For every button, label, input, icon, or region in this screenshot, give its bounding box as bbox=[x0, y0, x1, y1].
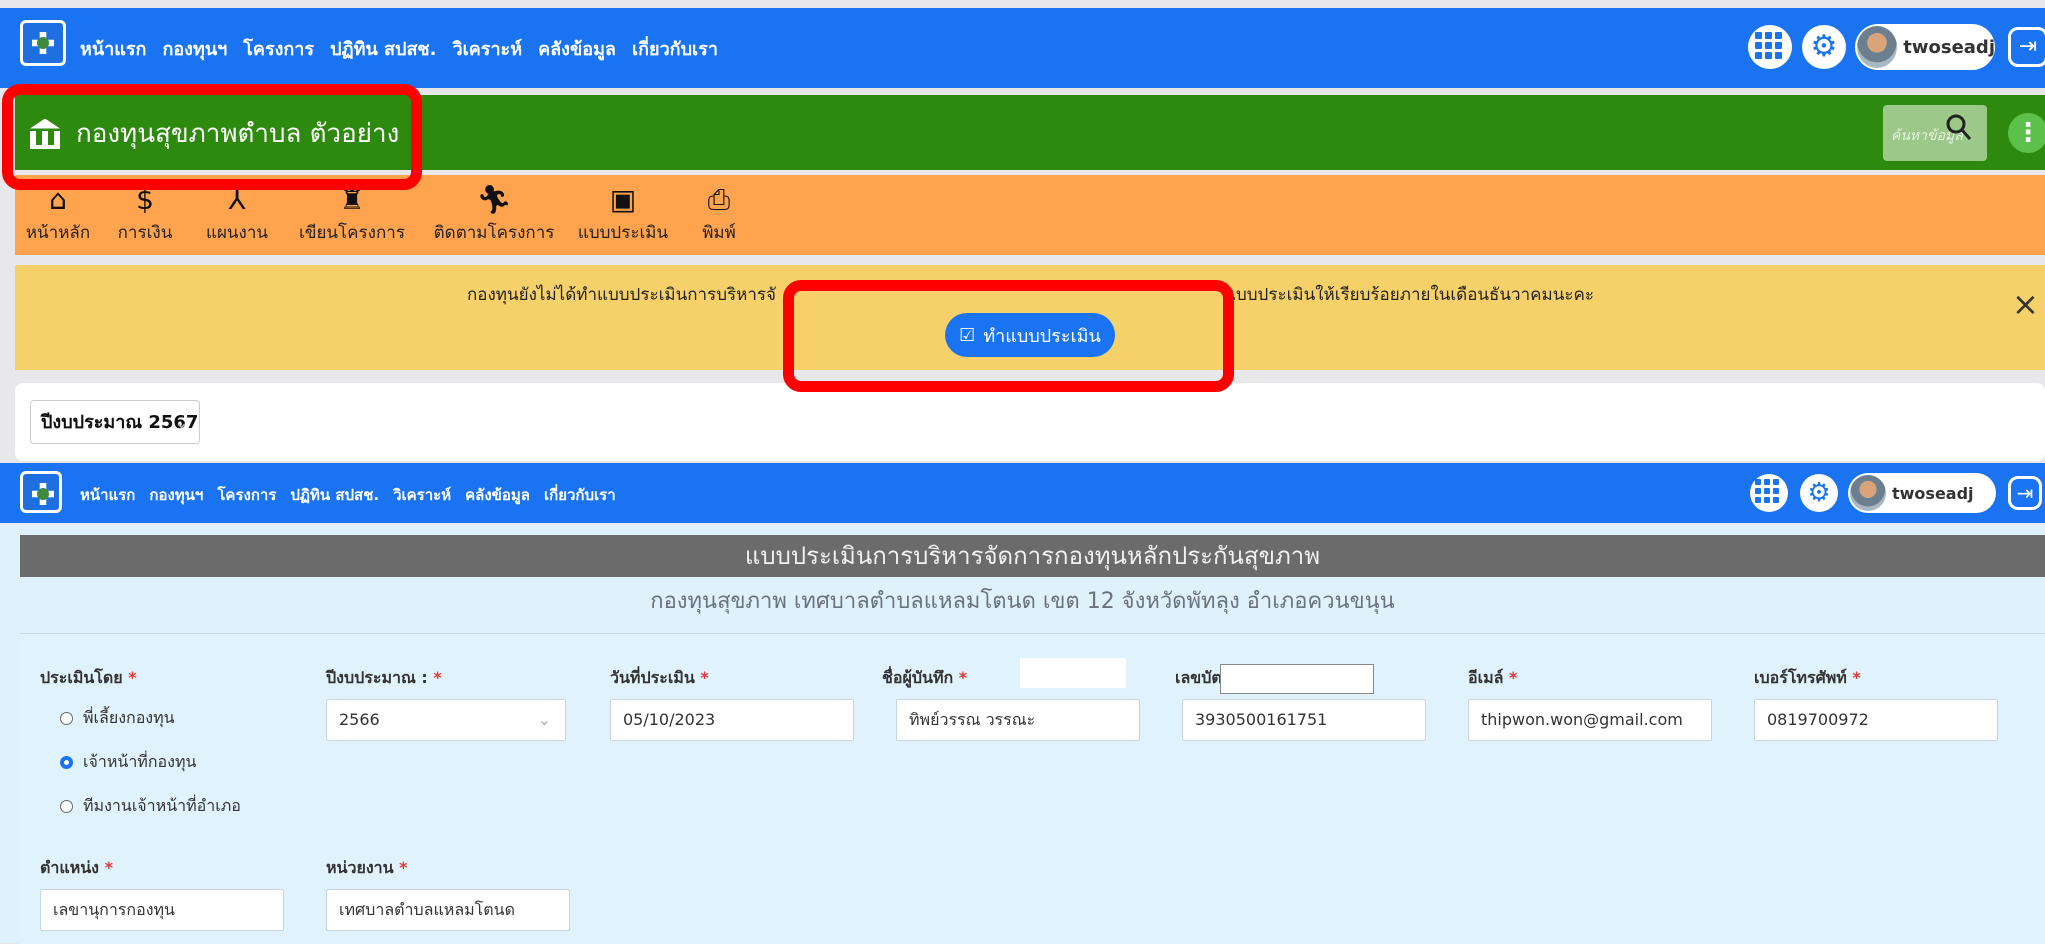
gear-icon: ⚙ bbox=[1807, 478, 1831, 508]
settings-button[interactable]: ⚙ bbox=[1802, 25, 1846, 69]
toolbar-label: แผนงาน bbox=[205, 223, 268, 243]
site-logo-icon[interactable] bbox=[20, 20, 66, 66]
toolbar-print[interactable]: ⎙ พิมพ์ bbox=[693, 181, 745, 246]
logout-icon[interactable]: ⇥ bbox=[2008, 27, 2045, 67]
gear-icon: ⚙ bbox=[1810, 29, 1838, 64]
form-subtitle: กองทุนสุขภาพ เทศบาลตำบลแหลมโตนด เขต 12 จ… bbox=[650, 589, 1395, 614]
nav-item-home[interactable]: หน้าแรก bbox=[80, 34, 146, 63]
radio-button-checked[interactable] bbox=[60, 756, 73, 769]
radio-button[interactable] bbox=[60, 712, 73, 725]
agency-label: หน่วยงาน * bbox=[326, 858, 408, 877]
fiscal-year-select[interactable]: 2566 ⌄ bbox=[326, 699, 566, 741]
toolbar-label: ติดตามโครงการ bbox=[433, 223, 555, 243]
position-label: ตำแหน่ง * bbox=[40, 858, 113, 877]
username: twoseadj bbox=[1892, 483, 1974, 503]
toolbar-assessment[interactable]: ▣ แบบประเมิน bbox=[575, 181, 671, 246]
top-navbar-2: หน้าแรก กองทุนฯ โครงการ ปฏิทิน สปสช. วิเ… bbox=[0, 463, 2045, 523]
phone-input[interactable]: 0819700972 bbox=[1754, 699, 1998, 741]
nav-item-analysis[interactable]: วิเคราะห์ bbox=[452, 34, 522, 63]
chevron-down-icon: ⌄ bbox=[173, 412, 189, 433]
nav-item-projects[interactable]: โครงการ bbox=[217, 483, 276, 507]
assessment-form: ประเมินโดย * ปีงบประมาณ : * วันที่ประเมิ… bbox=[20, 633, 2045, 944]
year-filter-panel: ปีงบประมาณ 2567 ⌄ bbox=[15, 383, 2045, 461]
site-logo-icon[interactable] bbox=[20, 471, 62, 513]
nav-item-analysis[interactable]: วิเคราะห์ bbox=[393, 483, 451, 507]
alert-text-left: กองทุนยังไม่ได้ทำแบบประเมินการบริหารจั bbox=[467, 285, 776, 305]
top-navbar: หน้าแรก กองทุนฯ โครงการ ปฏิทิน สปสช. วิเ… bbox=[0, 8, 2045, 88]
user-menu[interactable]: twoseadj bbox=[1848, 473, 1996, 513]
fiscal-year-label: ปีงบประมาณ : * bbox=[326, 668, 442, 687]
nav-item-data[interactable]: คลังข้อมูล bbox=[465, 483, 530, 507]
alert-text-right: แบบประเมินให้เรียบร้อยภายในเดือนธันวาคมน… bbox=[1225, 285, 1594, 305]
redaction-mask bbox=[1020, 658, 1126, 688]
apps-grid-icon bbox=[1755, 479, 1779, 503]
toolbar-plan[interactable]: ⅄ แผนงาน bbox=[201, 181, 273, 246]
toolbar-label: พิมพ์ bbox=[702, 223, 736, 243]
toolbar-label: เขียนโครงการ bbox=[299, 223, 405, 243]
redaction-mask bbox=[1220, 664, 1374, 694]
assess-date-input[interactable]: 05/10/2023 bbox=[610, 699, 854, 741]
email-label: อีเมล์ * bbox=[1468, 668, 1518, 687]
apps-grid-icon bbox=[1755, 32, 1782, 59]
toolbar-label: การเงิน bbox=[117, 223, 173, 243]
toolbar-finance[interactable]: $ การเงิน bbox=[105, 181, 185, 246]
radio-button[interactable] bbox=[60, 800, 73, 813]
nav-item-home[interactable]: หน้าแรก bbox=[80, 483, 135, 507]
toolbar-write-project[interactable]: ♜ เขียนโครงการ bbox=[297, 181, 407, 246]
assessed-by-label: ประเมินโดย * bbox=[40, 668, 137, 687]
search-input[interactable]: ค้นหาข้อมูล bbox=[1883, 105, 1987, 161]
search-icon bbox=[1946, 114, 1972, 140]
avatar bbox=[1857, 26, 1898, 68]
toolbar-track-project[interactable]: 🏃︎ ติดตามโครงการ bbox=[432, 181, 556, 246]
print-icon: ⎙ bbox=[707, 183, 731, 216]
user-menu[interactable]: twoseadj bbox=[1855, 24, 1995, 70]
assess-date-label: วันที่ประเมิน * bbox=[610, 668, 709, 687]
nav-item-data[interactable]: คลังข้อมูล bbox=[538, 34, 616, 63]
main-menu-2: หน้าแรก กองทุนฯ โครงการ ปฏิทิน สปสช. วิเ… bbox=[80, 483, 616, 507]
apps-button[interactable] bbox=[1748, 25, 1792, 69]
radio-fund-staff[interactable]: เจ้าหน้าที่กองทุน bbox=[60, 750, 196, 775]
id-number-input[interactable]: 3930500161751 bbox=[1182, 699, 1426, 741]
recorder-label: ชื่อผู้บันทึก * bbox=[882, 668, 968, 687]
position-input[interactable]: เลขานุการกองทุน bbox=[40, 889, 284, 931]
email-input[interactable]: thipwon.won@gmail.com bbox=[1468, 699, 1712, 741]
form-title: แบบประเมินการบริหารจัดการกองทุนหลักประกั… bbox=[20, 535, 2045, 577]
avatar bbox=[1850, 475, 1886, 511]
toolbar-label: แบบประเมิน bbox=[577, 223, 669, 243]
nav-item-about[interactable]: เกี่ยวกับเรา bbox=[544, 483, 616, 507]
nav-item-about[interactable]: เกี่ยวกับเรา bbox=[632, 34, 718, 63]
close-icon[interactable]: × bbox=[2012, 285, 2039, 323]
toolbar-home[interactable]: ⌂ หน้าหลัก bbox=[15, 181, 101, 246]
logout-icon[interactable]: ⇥ bbox=[2008, 476, 2042, 510]
assessment-form-area: แบบประเมินการบริหารจัดการกองทุนหลักประกั… bbox=[0, 525, 2045, 944]
agency-input[interactable]: เทศบาลตำบลแหลมโตนด bbox=[326, 889, 570, 931]
radio-mentor[interactable]: พี่เลี้ยงกองทุน bbox=[60, 706, 175, 731]
nav-item-funds[interactable]: กองทุนฯ bbox=[162, 34, 227, 63]
walk-icon: 🏃︎ bbox=[476, 183, 512, 216]
username: twoseadj bbox=[1903, 36, 1995, 58]
apps-button[interactable] bbox=[1750, 474, 1788, 512]
toolbar-label: หน้าหลัก bbox=[25, 223, 91, 243]
main-menu: หน้าแรก กองทุนฯ โครงการ ปฏิทิน สปสช. วิเ… bbox=[80, 34, 718, 63]
nav-item-calendar[interactable]: ปฏิทิน สปสช. bbox=[290, 483, 379, 507]
fiscal-year-select[interactable]: ปีงบประมาณ 2567 ⌄ bbox=[30, 400, 200, 444]
recorder-input[interactable]: ทิพย์วรรณ วรรณะ bbox=[896, 699, 1140, 741]
chart-icon: ▣ bbox=[609, 183, 637, 216]
nav-item-projects[interactable]: โครงการ bbox=[243, 34, 314, 63]
more-options-button[interactable]: ⋮ bbox=[2008, 113, 2045, 153]
highlight-assessment-button bbox=[783, 280, 1234, 392]
nav-item-calendar[interactable]: ปฏิทิน สปสช. bbox=[330, 34, 436, 63]
radio-district-team[interactable]: ทีมงานเจ้าหน้าที่อำเภอ bbox=[60, 794, 241, 819]
nav-item-funds[interactable]: กองทุนฯ bbox=[149, 483, 203, 507]
highlight-fund-title bbox=[2, 84, 422, 190]
chevron-down-icon: ⌄ bbox=[537, 710, 551, 729]
kebab-icon: ⋮ bbox=[2015, 118, 2041, 148]
settings-button[interactable]: ⚙ bbox=[1800, 474, 1838, 512]
phone-label: เบอร์โทรศัพท์ * bbox=[1754, 668, 1861, 687]
